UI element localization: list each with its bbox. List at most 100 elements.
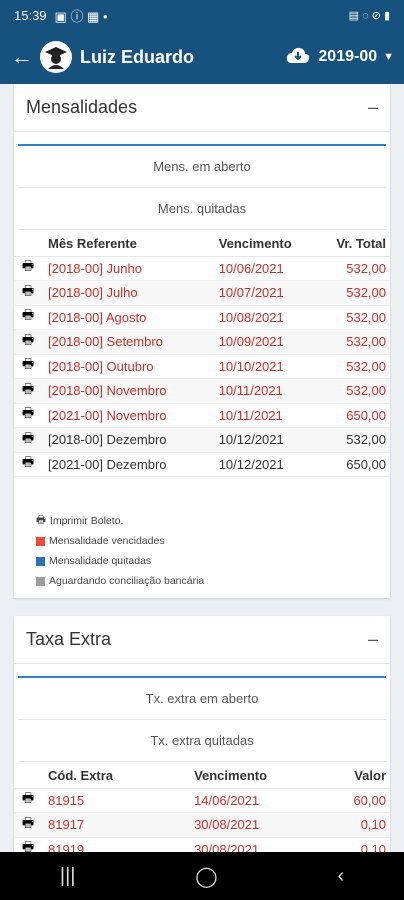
taxa-extra-tabs: Tx. extra em aberto Tx. extra quitadas <box>18 676 386 762</box>
table-row[interactable]: 🖶 [2021-00] Dezembro 10/12/2021 650,00 <box>14 452 390 477</box>
app-bar: ← Luiz Eduardo 2019-00 ▼ <box>0 30 404 84</box>
col-mes-referente: Mês Referente <box>42 232 207 257</box>
valor-cell: 0,10 <box>332 837 390 852</box>
cod-extra-cell: 81915 <box>42 788 155 813</box>
mes-referente-cell: [2018-00] Outubro <box>42 354 207 379</box>
notification-icons: ▣ ⓘ ▦ • <box>54 8 108 24</box>
back-arrow-icon[interactable]: ← <box>6 44 38 70</box>
taxa-extra-card: Taxa Extra – Tx. extra em aberto Tx. ext… <box>14 616 390 852</box>
status-icons: ▤ ◌ ⊘ ▮ <box>348 9 390 22</box>
legend-paid: Mensalidade quitadas <box>36 551 390 571</box>
chevron-down-icon[interactable]: ▼ <box>383 51 394 63</box>
col-cod-extra: Cód. Extra <box>42 764 155 789</box>
table-row[interactable]: 🖶 81919 30/08/2021 0,10 <box>14 837 390 852</box>
table-row[interactable]: 🖶 [2018-00] Agosto 10/08/2021 532,00 <box>14 305 390 330</box>
vr-total-cell: 532,00 <box>319 427 390 453</box>
col-icon <box>14 764 42 789</box>
status-bar: 15:39 ▣ ⓘ ▦ • ▤ ◌ ⊘ ▮ <box>0 0 404 30</box>
table-row[interactable]: 🖶 [2018-00] Novembro 10/11/2021 532,00 <box>14 378 390 404</box>
vr-total-cell: 532,00 <box>319 329 390 355</box>
home-icon[interactable]: ◯ <box>195 864 217 889</box>
table-row[interactable]: 🖶 [2018-00] Dezembro 10/12/2021 532,00 <box>14 427 390 453</box>
vencimento-cell: 10/09/2021 <box>206 329 320 355</box>
vencimento-cell: 14/06/2021 <box>154 788 333 813</box>
vr-total-cell: 650,00 <box>319 452 390 477</box>
printer-icon[interactable]: 🖶 <box>14 378 42 404</box>
printer-icon: 🖶 <box>36 514 46 526</box>
mensalidades-tabs: Mens. em aberto Mens. quitadas <box>18 144 386 230</box>
mensalidades-header[interactable]: Mensalidades – <box>14 84 390 132</box>
cloud-download-icon[interactable] <box>286 46 310 69</box>
printer-icon[interactable]: 🖶 <box>14 812 42 838</box>
vr-total-cell: 532,00 <box>319 280 390 306</box>
legend-pending: Aguardando conciliação bancária <box>36 571 390 591</box>
table-row[interactable]: 🖶 [2018-00] Julho 10/07/2021 532,00 <box>14 280 390 306</box>
mes-referente-cell: [2018-00] Novembro <box>42 378 207 404</box>
table-row[interactable]: 🖶 81915 14/06/2021 60,00 <box>14 788 390 813</box>
col-vencimento: Vencimento <box>154 764 333 789</box>
table-row[interactable]: 🖶 [2018-00] Outubro 10/10/2021 532,00 <box>14 354 390 379</box>
printer-icon[interactable]: 🖶 <box>14 403 42 428</box>
vr-total-cell: 532,00 <box>319 256 390 281</box>
tab-mens-aberto[interactable]: Mens. em aberto <box>18 146 386 188</box>
legend-overdue: Mensalidade vencidades <box>36 531 390 551</box>
collapse-icon[interactable]: – <box>368 97 378 118</box>
vr-total-cell: 650,00 <box>319 403 390 428</box>
mes-referente-cell: [2018-00] Dezembro <box>42 427 207 453</box>
vencimento-cell: 30/08/2021 <box>154 812 333 838</box>
printer-icon[interactable]: 🖶 <box>14 305 42 330</box>
table-row[interactable]: 🖶 [2018-00] Junho 10/06/2021 532,00 <box>14 256 390 281</box>
system-nav-bar: ||| ◯ ‹ <box>0 852 404 900</box>
mes-referente-cell: [2018-00] Junho <box>42 256 207 281</box>
vencimento-cell: 10/11/2021 <box>206 378 320 404</box>
printer-icon[interactable]: 🖶 <box>14 427 42 453</box>
blue-square-icon <box>36 556 45 566</box>
recent-apps-icon[interactable]: ||| <box>60 865 76 888</box>
mes-referente-cell: [2018-00] Julho <box>42 280 207 306</box>
year-selector[interactable]: 2019-00 <box>318 48 377 66</box>
mensalidades-title: Mensalidades <box>26 97 138 117</box>
col-vencimento: Vencimento <box>206 232 320 257</box>
printer-icon[interactable]: 🖶 <box>14 280 42 306</box>
printer-icon[interactable]: 🖶 <box>14 452 42 477</box>
tab-tx-quitadas[interactable]: Tx. extra quitadas <box>18 720 386 762</box>
legend-print: 🖶 Imprimir Boleto. <box>36 511 390 531</box>
user-name: Luiz Eduardo <box>80 46 194 67</box>
printer-icon[interactable]: 🖶 <box>14 354 42 379</box>
mes-referente-cell: [2018-00] Setembro <box>42 329 207 355</box>
collapse-icon[interactable]: – <box>368 629 378 650</box>
printer-icon[interactable]: 🖶 <box>14 256 42 281</box>
mes-referente-cell: [2021-00] Novembro <box>42 403 207 428</box>
table-row[interactable]: 🖶 [2021-00] Novembro 10/11/2021 650,00 <box>14 403 390 428</box>
taxa-extra-table: Cód. Extra Vencimento Valor 🖶 81915 14/06/… <box>14 764 390 852</box>
cod-extra-cell: 81919 <box>42 837 155 852</box>
back-nav-icon[interactable]: ‹ <box>337 865 344 888</box>
graduate-icon <box>45 47 67 69</box>
printer-icon[interactable]: 🖶 <box>14 329 42 355</box>
vr-total-cell: 532,00 <box>319 354 390 379</box>
tab-mens-quitadas[interactable]: Mens. quitadas <box>18 188 386 230</box>
taxa-extra-title: Taxa Extra <box>26 629 112 649</box>
mes-referente-cell: [2021-00] Dezembro <box>42 452 207 477</box>
vencimento-cell: 30/08/2021 <box>154 837 333 852</box>
printer-icon[interactable]: 🖶 <box>14 837 42 852</box>
main-content: Mensalidades – Mens. em aberto Mens. qui… <box>0 84 404 852</box>
taxa-extra-header[interactable]: Taxa Extra – <box>14 616 390 664</box>
vencimento-cell: 10/08/2021 <box>206 305 320 330</box>
mes-referente-cell: [2018-00] Agosto <box>42 305 207 330</box>
vencimento-cell: 10/10/2021 <box>206 354 320 379</box>
mensalidades-card: Mensalidades – Mens. em aberto Mens. qui… <box>14 84 390 598</box>
tab-tx-aberto[interactable]: Tx. extra em aberto <box>18 678 386 720</box>
legend: 🖶 Imprimir Boleto. Mensalidade vencidades… <box>14 477 390 591</box>
vencimento-cell: 10/06/2021 <box>206 256 320 281</box>
table-row[interactable]: 🖶 [2018-00] Setembro 10/09/2021 532,00 <box>14 329 390 355</box>
valor-cell: 60,00 <box>332 788 390 813</box>
table-row[interactable]: 🖶 81917 30/08/2021 0,10 <box>14 812 390 838</box>
red-square-icon <box>36 536 45 546</box>
vencimento-cell: 10/07/2021 <box>206 280 320 306</box>
col-vr-total: Vr. Total <box>319 232 390 257</box>
valor-cell: 0,10 <box>332 812 390 838</box>
cod-extra-cell: 81917 <box>42 812 155 838</box>
status-time: 15:39 <box>14 7 47 23</box>
printer-icon[interactable]: 🖶 <box>14 788 42 813</box>
